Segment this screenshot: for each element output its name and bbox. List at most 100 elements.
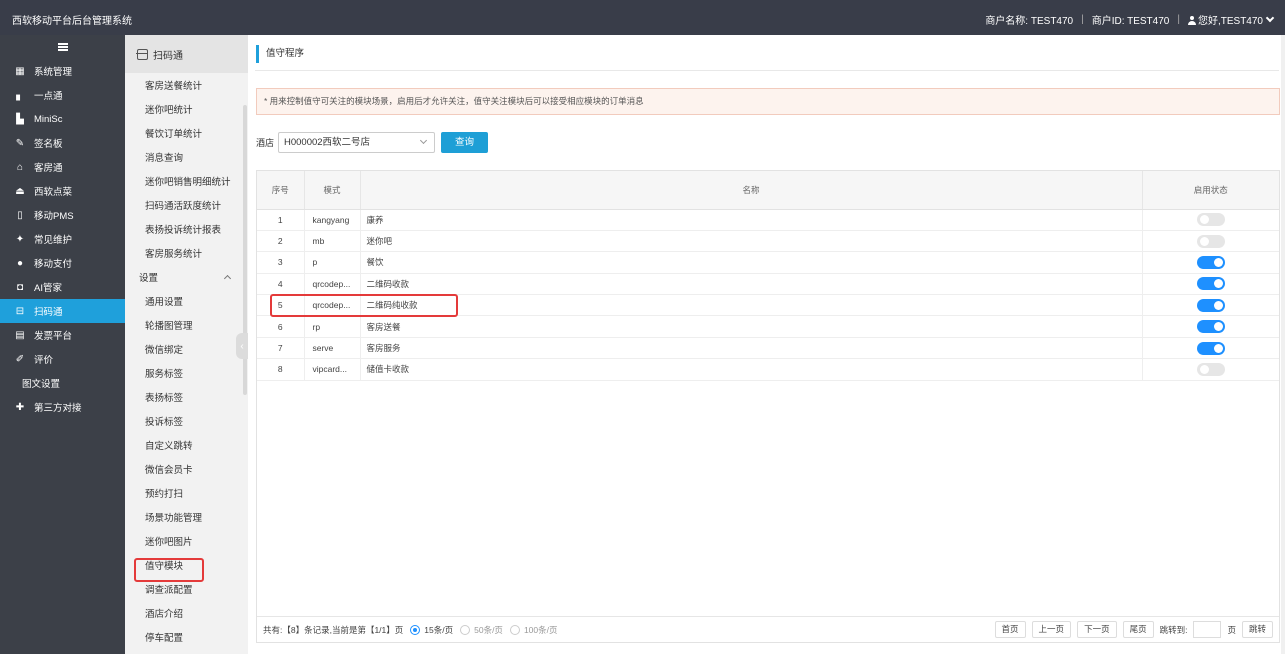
sidebar-item[interactable]: ▤ 发票平台: [0, 323, 125, 347]
enable-toggle[interactable]: [1196, 341, 1225, 355]
row-name: 餐饮: [360, 251, 1143, 274]
sidebar-item-label: 一点通: [34, 91, 63, 102]
prev-page-button[interactable]: 上一页: [1031, 621, 1072, 638]
hotel-select[interactable]: H000002西软二号店: [278, 132, 435, 153]
row-name: 康养: [360, 209, 1143, 231]
highlight-box-subnav: [134, 558, 204, 582]
subnav-group-settings[interactable]: 设置: [125, 265, 248, 289]
subnav-item[interactable]: 迷你吧图片: [125, 529, 248, 553]
sidebar-item[interactable]: ✎ 签名板: [0, 131, 125, 155]
notice-banner: * 用来控制值守可关注的模块场景，启用后才允许关注，值守关注模块后可以接受相应模…: [256, 88, 1280, 115]
sidebar-item[interactable]: ✚ 第三方对接: [0, 395, 125, 419]
chevron-down-icon: [1265, 13, 1275, 23]
page-size-50[interactable]: 50条/页: [460, 624, 503, 636]
sidebar-item[interactable]: ◘ AI管家: [0, 275, 125, 299]
subnav-item[interactable]: 轮播图管理: [125, 313, 248, 337]
subnav-item[interactable]: 表扬投诉统计报表: [125, 217, 248, 241]
row-name: 迷你吧: [360, 230, 1143, 253]
hamburger-icon: [57, 43, 68, 51]
subnav-item[interactable]: 投诉标签: [125, 409, 248, 433]
menu-toggle[interactable]: [0, 35, 125, 59]
sidebar-item-label: 西软点菜: [34, 187, 73, 198]
subnav-item[interactable]: 通用设置: [125, 289, 248, 313]
enable-toggle[interactable]: [1196, 255, 1225, 269]
header-separator: |: [1081, 14, 1084, 25]
merchant-name: 商户名称: TEST470: [985, 16, 1074, 27]
table-header-row: 序号 模式 名称 启用状态: [257, 171, 1279, 210]
next-page-button[interactable]: 下一页: [1077, 621, 1117, 638]
page-size-15[interactable]: 15条/页: [410, 624, 453, 636]
subnav-item[interactable]: 微信会员卡: [125, 457, 248, 481]
row-no: 3: [257, 251, 305, 274]
bag-icon: ◘: [16, 281, 24, 293]
record-summary: 共有:【8】条记录,当前是第【1/1】页: [263, 624, 404, 635]
enable-toggle[interactable]: [1196, 234, 1225, 248]
scan-icon: [136, 48, 148, 60]
sidebar-item-label: 移动支付: [34, 259, 73, 270]
subnav-list-top: 客房送餐统计 迷你吧统计 餐饮订单统计 消息查询 迷你吧销售明细统计 扫码通活跃度统计 表扬…: [125, 73, 248, 265]
query-button[interactable]: 查询: [441, 132, 488, 153]
home-icon: ⌂: [16, 161, 24, 173]
subnav-item[interactable]: 酒店介绍: [125, 601, 248, 625]
sidebar-item-label: 移动PMS: [34, 211, 74, 222]
row-mode: p: [304, 251, 361, 274]
subnav-item[interactable]: 客房送餐统计: [125, 73, 248, 97]
sidebar-item[interactable]: ▯ 移动PMS: [0, 203, 125, 227]
enable-toggle[interactable]: [1196, 298, 1225, 312]
sidebar-item[interactable]: ▖ 一点通: [0, 83, 125, 107]
enable-toggle[interactable]: [1196, 213, 1225, 227]
edit-icon: ✐: [15, 353, 25, 365]
sidebar-item[interactable]: ✦ 常见维护: [0, 227, 125, 251]
table-row: 1 kangyang 康养: [257, 209, 1279, 231]
sidebar-item-label: MiniSc: [34, 113, 63, 125]
subnav-item[interactable]: 客房服务统计: [125, 241, 248, 265]
subnav-item[interactable]: 餐饮订单统计: [125, 121, 248, 145]
enable-toggle[interactable]: [1196, 277, 1225, 291]
subnav-item[interactable]: 预约打扫: [125, 481, 248, 505]
last-page-button[interactable]: 尾页: [1122, 621, 1154, 638]
first-page-button[interactable]: 首页: [994, 621, 1026, 638]
subnav-item[interactable]: 消息查询: [125, 145, 248, 169]
subnav-item[interactable]: 微信绑定: [125, 337, 248, 361]
subnav-item[interactable]: 服务标签: [125, 361, 248, 385]
user-menu[interactable]: 您好,TEST470: [1187, 12, 1275, 27]
subnav-item[interactable]: 场景功能管理: [125, 505, 248, 529]
sidebar-item[interactable]: ⏏ 西软点菜: [0, 179, 125, 203]
radio-icon: [509, 624, 520, 635]
subnav-title: 扫码通: [153, 50, 183, 62]
sidebar-item[interactable]: 图文设置: [0, 371, 125, 395]
scan-icon: ⊟: [15, 305, 25, 317]
sidebar-item[interactable]: ⊟ 扫码通: [0, 299, 125, 323]
table-row: 3 p 餐饮: [257, 251, 1279, 274]
row-name: 二维码纯收款: [360, 294, 1143, 317]
subnav-item[interactable]: 表扬标签: [125, 385, 248, 409]
col-header-no: 序号: [257, 171, 305, 210]
row-no: 7: [257, 337, 305, 360]
enable-toggle[interactable]: [1196, 362, 1225, 376]
sidebar-item-label: 图文设置: [22, 379, 61, 390]
sidebar-item[interactable]: ✐ 评价: [0, 347, 125, 371]
col-header-mode: 模式: [304, 171, 361, 210]
row-mode: rp: [304, 315, 361, 338]
sidebar-item[interactable]: ● 移动支付: [0, 251, 125, 275]
jump-label: 跳转到:: [1159, 624, 1188, 635]
subnav-item[interactable]: 迷你吧统计: [125, 97, 248, 121]
sidebar-item[interactable]: ▙ MiniSc: [0, 107, 125, 131]
jump-page-input[interactable]: [1193, 621, 1222, 638]
subnav-list-settings: 通用设置 轮播图管理 微信绑定 服务标签 表扬标签 投诉标签 自定义跳转 微信会员卡 预约打扫场…: [125, 289, 248, 649]
collapse-sidebar-handle[interactable]: ‹: [236, 333, 248, 359]
sidebar-item[interactable]: ⌂ 客房通: [0, 155, 125, 179]
radio-icon: [460, 624, 471, 635]
sidebar-item[interactable]: ▦ 系统管理: [0, 59, 125, 83]
subnav-item[interactable]: 扫码通活跃度统计: [125, 193, 248, 217]
subnav-item[interactable]: 迷你吧销售明细统计: [125, 169, 248, 193]
enable-toggle[interactable]: [1196, 320, 1225, 334]
jump-button[interactable]: 跳转: [1241, 621, 1273, 638]
subnav-item[interactable]: 自定义跳转: [125, 433, 248, 457]
user-greeting: 您好,TEST470: [1197, 16, 1263, 27]
row-no: 4: [257, 273, 305, 296]
page-size-100[interactable]: 100条/页: [509, 624, 557, 636]
subnav-item[interactable]: 停车配置: [125, 625, 248, 649]
top-bar: 西软移动平台后台管理系统 商户名称: TEST470 | 商户ID: TEST4…: [0, 0, 1285, 35]
row-mode: vipcard...: [304, 358, 361, 381]
